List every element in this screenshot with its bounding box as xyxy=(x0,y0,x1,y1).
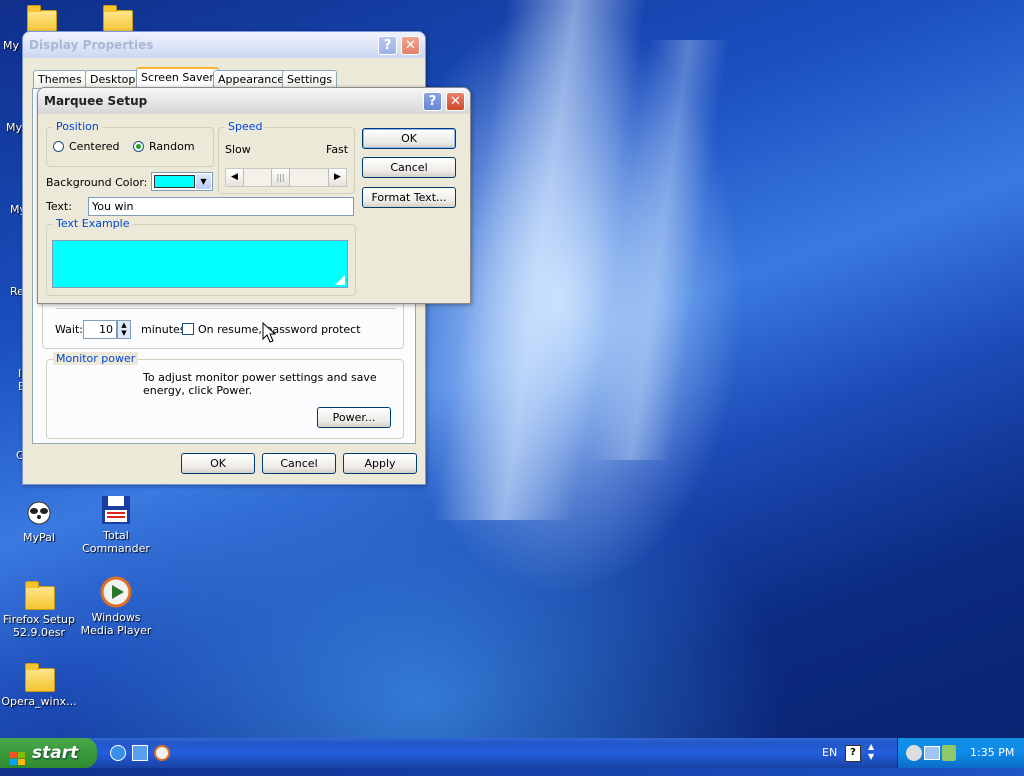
speed-slow-label: Slow xyxy=(225,143,251,156)
background-color-label: Background Color: xyxy=(46,176,148,189)
speed-fast-label: Fast xyxy=(326,143,349,156)
ok-button[interactable]: OK xyxy=(181,453,255,474)
marquee-setup-titlebar[interactable]: Marquee Setup ? ✕ xyxy=(38,88,470,114)
close-icon[interactable]: ✕ xyxy=(446,92,465,111)
desktop-edge-label: My xyxy=(3,39,20,52)
resume-password-label: On resume, password protect xyxy=(198,323,361,336)
desktop-icon-label: Opera_winx... xyxy=(1,695,77,708)
scroll-right-arrow-icon[interactable]: ▶ xyxy=(328,169,346,186)
scroll-left-arrow-icon[interactable]: ◀ xyxy=(226,169,244,186)
random-radio[interactable] xyxy=(133,141,144,152)
start-button[interactable]: start xyxy=(0,738,97,768)
background-color-picker[interactable]: ▼ xyxy=(151,172,213,191)
quick-launch-ie-icon[interactable] xyxy=(110,745,126,761)
close-icon[interactable]: ✕ xyxy=(401,36,420,55)
desktop-icon-label: Total Commander xyxy=(82,529,150,555)
marquee-setup-dialog: Marquee Setup ? ✕ Position Centered Rand… xyxy=(37,87,471,304)
desktop-icon-label: Firefox Setup 52.9.0esr xyxy=(3,613,75,639)
marquee-text-input[interactable]: You win xyxy=(88,197,354,216)
background-color-swatch xyxy=(154,175,195,188)
desktop-icon-firefox-setup[interactable]: Firefox Setup 52.9.0esr xyxy=(0,578,80,639)
desktop-edge-label: I xyxy=(18,367,22,380)
mypal-icon xyxy=(23,496,55,528)
desktop-icon-opera[interactable]: Opera_winx... xyxy=(0,660,80,708)
system-tray: 1:35 PM xyxy=(897,738,1024,768)
display-properties-titlebar[interactable]: Display Properties ? ✕ xyxy=(23,32,425,58)
desktop-icon-label: Windows Media Player xyxy=(80,611,152,637)
desktop-icon-total-commander[interactable]: Total Commander xyxy=(76,494,156,555)
minutes-label: minutes xyxy=(141,323,186,336)
resume-password-checkbox[interactable] xyxy=(182,323,194,335)
centered-radio[interactable] xyxy=(53,141,64,152)
media-player-icon xyxy=(100,576,132,608)
text-example-preview xyxy=(52,240,348,288)
folder-icon xyxy=(25,2,57,34)
help-icon[interactable]: ? xyxy=(378,36,397,55)
folder-icon xyxy=(23,660,55,692)
help-icon[interactable]: ? xyxy=(423,92,442,111)
speed-scrollbar[interactable]: ◀ ||| ▶ xyxy=(225,168,347,187)
position-legend: Position xyxy=(53,120,102,133)
ok-button[interactable]: OK xyxy=(362,128,456,149)
wait-spinner-input[interactable]: 10 xyxy=(83,320,117,339)
language-indicator[interactable]: EN xyxy=(822,746,837,759)
text-label: Text: xyxy=(46,200,72,213)
apply-button[interactable]: Apply xyxy=(343,453,417,474)
tab-settings[interactable]: Settings xyxy=(282,70,338,88)
tab-screen-saver[interactable]: Screen Saver xyxy=(136,67,219,89)
help-icon[interactable]: ? xyxy=(845,745,861,762)
volume-arrows-icon[interactable]: ▲ ▼ xyxy=(868,742,874,762)
cancel-button[interactable]: Cancel xyxy=(362,157,456,178)
folder-icon xyxy=(23,578,55,610)
tray-mypal-icon[interactable] xyxy=(906,745,922,761)
clock[interactable]: 1:35 PM xyxy=(970,746,1014,759)
tray-safely-remove-icon[interactable] xyxy=(942,745,956,761)
desktop-edge-label: My xyxy=(6,121,23,134)
centered-label: Centered xyxy=(69,140,120,153)
window-title: Display Properties xyxy=(29,38,154,52)
chevron-down-icon[interactable]: ▼ xyxy=(196,174,211,189)
random-label: Random xyxy=(149,140,195,153)
windows-logo-icon xyxy=(10,746,26,765)
monitor-power-legend: Monitor power xyxy=(53,352,139,365)
power-button[interactable]: Power... xyxy=(317,407,391,428)
desktop-icon-label: MyPal xyxy=(23,531,55,544)
marquee-text-preview-fragment xyxy=(335,275,345,285)
dialog-title: Marquee Setup xyxy=(44,94,148,108)
format-text-button[interactable]: Format Text... xyxy=(362,187,456,208)
start-label: start xyxy=(32,743,79,763)
folder-icon xyxy=(101,2,133,34)
tab-themes[interactable]: Themes xyxy=(33,70,87,88)
cancel-button[interactable]: Cancel xyxy=(262,453,336,474)
quick-launch-media-player-icon[interactable] xyxy=(154,745,170,761)
tab-desktop[interactable]: Desktop xyxy=(85,70,141,88)
desktop-icon-mypal[interactable]: MyPal xyxy=(0,496,80,544)
monitor-power-text: To adjust monitor power settings and sav… xyxy=(143,371,377,397)
taskbar: start EN ? ▲ ▼ 1:35 PM xyxy=(0,738,1024,768)
wait-spinner-arrows[interactable]: ▲ ▼ xyxy=(117,320,131,339)
tray-network-icon[interactable] xyxy=(924,746,940,760)
speed-legend: Speed xyxy=(225,120,266,133)
floppy-disk-icon xyxy=(100,494,132,526)
tab-appearance[interactable]: Appearance xyxy=(213,70,290,88)
text-example-legend: Text Example xyxy=(53,217,133,230)
wait-label: Wait: xyxy=(55,323,83,336)
quick-launch-desktop-icon[interactable] xyxy=(132,745,148,761)
speed-scrollbar-thumb[interactable]: ||| xyxy=(271,169,290,186)
desktop-icon-windows-media-player[interactable]: Windows Media Player xyxy=(76,576,156,637)
mouse-cursor-icon xyxy=(262,322,276,343)
